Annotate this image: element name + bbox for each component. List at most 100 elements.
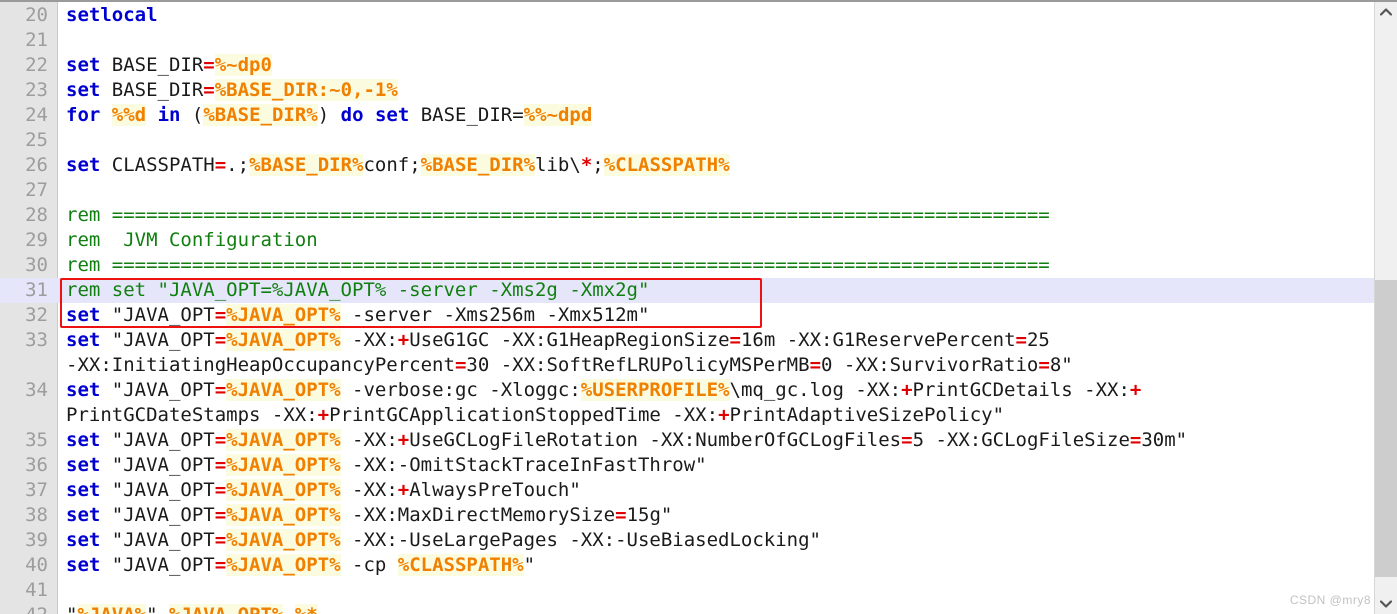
token-op: = xyxy=(1129,429,1142,451)
code-line[interactable]: 24 for %%d in (%BASE_DIR%) do set BASE_DI… xyxy=(0,103,1375,128)
code-line[interactable]: 22 set BASE_DIR=%~dp0 xyxy=(0,53,1375,78)
vertical-scrollbar[interactable] xyxy=(1374,2,1397,614)
code-line[interactable]: 27 xyxy=(0,178,1375,203)
token-pl: PrintGCApplicationStoppedTime -XX: xyxy=(329,404,719,426)
token-kw: set xyxy=(66,54,101,76)
token-op: = xyxy=(729,329,741,351)
scrollbar-thumb[interactable] xyxy=(1375,280,1397,577)
code-line[interactable]: 38 set "JAVA_OPT=%JAVA_OPT% -XX:MaxDirect… xyxy=(0,503,1375,528)
token-pl: UseGCLogFileRotation -XX:NumberOfGCLogFi… xyxy=(409,429,902,451)
line-number: 25 xyxy=(25,129,48,151)
code-line[interactable]: 29 rem JVM Configuration xyxy=(0,228,1375,253)
token-op: + xyxy=(718,404,730,426)
line-number: 39 xyxy=(25,529,48,551)
token-pl: "JAVA_OPT xyxy=(100,504,215,526)
scroll-up-button[interactable] xyxy=(1375,2,1397,22)
token-op: + xyxy=(901,379,913,401)
code-line-text: set "JAVA_OPT=%JAVA_OPT% -XX:+AlwaysPreT… xyxy=(57,478,1375,503)
token-var: %JAVA_OPT% xyxy=(226,304,341,326)
token-kw: set xyxy=(66,329,101,351)
token-op: * xyxy=(580,154,593,176)
token-pl: 30 -XX:SoftRefLRUPolicyMSPerMB xyxy=(466,354,810,376)
code-line[interactable]: 34 set "JAVA_OPT=%JAVA_OPT% -verbose:gc -… xyxy=(0,378,1375,428)
token-kw: set xyxy=(66,79,101,101)
token-op: = xyxy=(1015,329,1027,351)
token-pl: -XX:MaxDirectMemorySize xyxy=(340,504,616,526)
token-pl: 5 -XX:GCLogFileSize xyxy=(912,429,1130,451)
code-line[interactable]: 36 set "JAVA_OPT=%JAVA_OPT% -XX:-OmitStac… xyxy=(0,453,1375,478)
code-line[interactable]: 20 setlocal xyxy=(0,3,1375,28)
line-number: 30 xyxy=(25,254,48,276)
code-line[interactable]: 40 set "JAVA_OPT=%JAVA_OPT% -cp %CLASSPAT… xyxy=(0,553,1375,578)
token-pl: BASE_DIR xyxy=(100,54,204,76)
code-line[interactable]: 28 rem ==================================… xyxy=(0,203,1375,228)
code-line[interactable]: 42"%JAVA%" %JAVA_OPT% %* xyxy=(0,603,1375,614)
code-line-text: set "JAVA_OPT=%JAVA_OPT% -XX:-UseLargePa… xyxy=(57,528,1375,553)
code-editor: 20 setlocal 21 22 set BASE_DIR=%~dp0 23 set B… xyxy=(0,0,1397,614)
token-var: %JAVA_OPT% xyxy=(226,429,341,451)
code-line[interactable]: 21 xyxy=(0,28,1375,53)
token-var: %BASE_DIR% xyxy=(249,154,364,176)
token-pl: " xyxy=(523,554,536,576)
token-op: + xyxy=(397,479,410,501)
token-kw: for xyxy=(66,104,101,126)
token-kw: set xyxy=(66,304,101,326)
token-cmt: rem ====================================… xyxy=(66,254,1050,276)
token-pl: PrintAdaptiveSizePolicy" xyxy=(729,404,1005,426)
line-number: 42 xyxy=(0,603,57,614)
code-line[interactable]: 30 rem ==================================… xyxy=(0,253,1375,278)
code-line[interactable]: 31 rem set "JAVA_OPT=%JAVA_OPT% -server -… xyxy=(0,278,1375,303)
token-op: = xyxy=(203,79,215,101)
token-kw: set xyxy=(66,504,101,526)
token-pl: ( xyxy=(180,104,204,126)
code-line[interactable]: 33 set "JAVA_OPT=%JAVA_OPT% -XX:+UseG1GC … xyxy=(0,328,1375,378)
line-number: 38 xyxy=(25,504,48,526)
token-op: + xyxy=(397,329,410,351)
token-pl: "JAVA_OPT xyxy=(100,454,215,476)
token-pl: -XX: xyxy=(340,329,398,351)
code-line-text: set "JAVA_OPT=%JAVA_OPT% -XX:+UseGCLogFi… xyxy=(57,428,1375,453)
token-cmt: rem JVM Configuration xyxy=(66,229,318,251)
token-pl: -XX:-UseLargePages -XX:-UseBiasedLocking… xyxy=(340,529,821,551)
token-pl: "JAVA_OPT xyxy=(100,479,215,501)
code-line[interactable]: 41 xyxy=(0,578,1375,603)
token-pl: "JAVA_OPT xyxy=(100,329,215,351)
token-pl: -cp xyxy=(340,554,398,576)
token-var: %JAVA_OPT% xyxy=(226,379,341,401)
code-line-text: "%JAVA%" %JAVA_OPT% %* xyxy=(57,603,1375,614)
token-op: = xyxy=(214,304,227,326)
code-line-text: rem set "JAVA_OPT=%JAVA_OPT% -server -Xm… xyxy=(57,278,1375,303)
code-line[interactable]: 32 set "JAVA_OPT=%JAVA_OPT% -server -Xms2… xyxy=(0,303,1375,328)
token-pl: "JAVA_OPT xyxy=(100,379,215,401)
code-line-text: rem JVM Configuration xyxy=(57,228,1375,253)
code-viewport[interactable]: 20 setlocal 21 22 set BASE_DIR=%~dp0 23 set B… xyxy=(0,2,1375,614)
code-line[interactable]: 37 set "JAVA_OPT=%JAVA_OPT% -XX:+AlwaysPr… xyxy=(0,478,1375,503)
token-var: %CLASSPATH% xyxy=(397,554,524,576)
code-line-text: set "JAVA_OPT=%JAVA_OPT% -XX:MaxDirectMe… xyxy=(57,503,1375,528)
token-pl: BASE_DIR= xyxy=(409,104,524,126)
token-var: %~dp0 xyxy=(214,54,272,76)
code-line[interactable]: 25 xyxy=(0,128,1375,153)
token-kw: set xyxy=(66,379,101,401)
code-line[interactable]: 35 set "JAVA_OPT=%JAVA_OPT% -XX:+UseGCLog… xyxy=(0,428,1375,453)
scroll-down-button[interactable] xyxy=(1375,594,1397,614)
line-number: 23 xyxy=(25,79,48,101)
code-line[interactable]: 26 set CLASSPATH=.;%BASE_DIR%conf;%BASE_D… xyxy=(0,153,1375,178)
token-pl: " xyxy=(66,604,77,614)
token-var: %JAVA_OPT% xyxy=(226,454,341,476)
token-pl: CLASSPATH xyxy=(100,154,215,176)
token-kw: set xyxy=(66,554,101,576)
code-line-text: setlocal xyxy=(57,3,1375,28)
token-pl: 0 -XX:SurvivorRatio xyxy=(821,354,1039,376)
token-pl: AlwaysPreTouch" xyxy=(409,479,581,501)
token-pl: \mq_gc.log -XX: xyxy=(729,379,902,401)
chevron-up-icon xyxy=(1380,8,1392,16)
code-line-text: set "JAVA_OPT=%JAVA_OPT% -cp %CLASSPATH%… xyxy=(57,553,1375,578)
code-line[interactable]: 23 set BASE_DIR=%BASE_DIR:~0,-1% xyxy=(0,78,1375,103)
token-kw: set xyxy=(66,429,101,451)
token-pl: "JAVA_OPT xyxy=(100,529,215,551)
code-line-text xyxy=(57,578,1375,603)
code-line[interactable]: 39 set "JAVA_OPT=%JAVA_OPT% -XX:-UseLarge… xyxy=(0,528,1375,553)
token-pl: lib\ xyxy=(535,154,581,176)
line-number: 28 xyxy=(25,204,48,226)
